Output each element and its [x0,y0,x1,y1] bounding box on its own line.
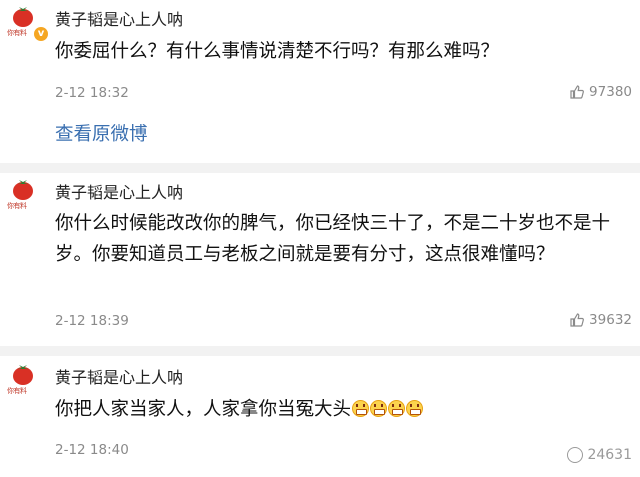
watermark-text: 24631 [587,447,632,463]
thumbs-up-icon [570,313,584,327]
avatar[interactable]: 你有料 [6,177,42,213]
tomato-icon [13,365,33,385]
watermark: 24631 [567,447,632,463]
username[interactable]: 黄子韬是心上人呐 [55,364,183,388]
avatar-caption: 你有料 [7,387,27,395]
grin-emoji-icon [352,400,370,417]
comment-card-3: 你有料 黄子韬是心上人呐 你把人家当家人，人家拿你当冤大头 2-12 18:40 [0,356,640,477]
username[interactable]: 黄子韬是心上人呐 [55,6,183,30]
comment-time: 2-12 18:40 [55,442,129,458]
username[interactable]: 黄子韬是心上人呐 [55,179,183,203]
grin-emoji-icon [370,400,388,417]
verified-badge: v [33,26,49,42]
comment-time: 2-12 18:39 [55,313,129,329]
like-count: 97380 [589,84,632,100]
like-count: 39632 [589,312,632,328]
separator [0,163,640,173]
comment-card-2: 你有料 黄子韬是心上人呐 你什么时候能改改你的脾气，你已经快三十了，不是二十岁也… [0,173,640,346]
comment-card-1: 你有料 v 黄子韬是心上人呐 你委屈什么？有什么事情说清楚不行吗？有那么难吗？ … [0,0,640,163]
avatar-caption: 你有料 [7,202,27,210]
avatar-caption: 你有料 [7,29,27,37]
comment-text-body: 你把人家当家人，人家拿你当冤大头 [55,399,352,420]
comment-text: 你什么时候能改改你的脾气，你已经快三十了，不是二十岁也不是十岁。你要知道员工与老… [55,213,611,265]
like-button[interactable]: 97380 [569,84,632,100]
comment-text: 你把人家当家人，人家拿你当冤大头 [55,394,625,425]
grin-emoji-icon [388,400,406,417]
avatar[interactable]: 你有料 [6,362,42,398]
avatar[interactable]: 你有料 v [6,4,49,42]
tomato-icon [13,180,33,200]
comment-text: 你委屈什么？有什么事情说清楚不行吗？有那么难吗？ [55,41,500,62]
watermark-logo-icon [567,447,584,463]
view-original-weibo-link[interactable]: 查看原微博 [55,120,148,146]
separator [0,346,640,356]
comment-time: 2-12 18:32 [55,85,129,101]
thumbs-up-icon [570,85,584,99]
grin-emoji-icon [406,400,424,417]
like-button[interactable]: 39632 [569,312,632,328]
